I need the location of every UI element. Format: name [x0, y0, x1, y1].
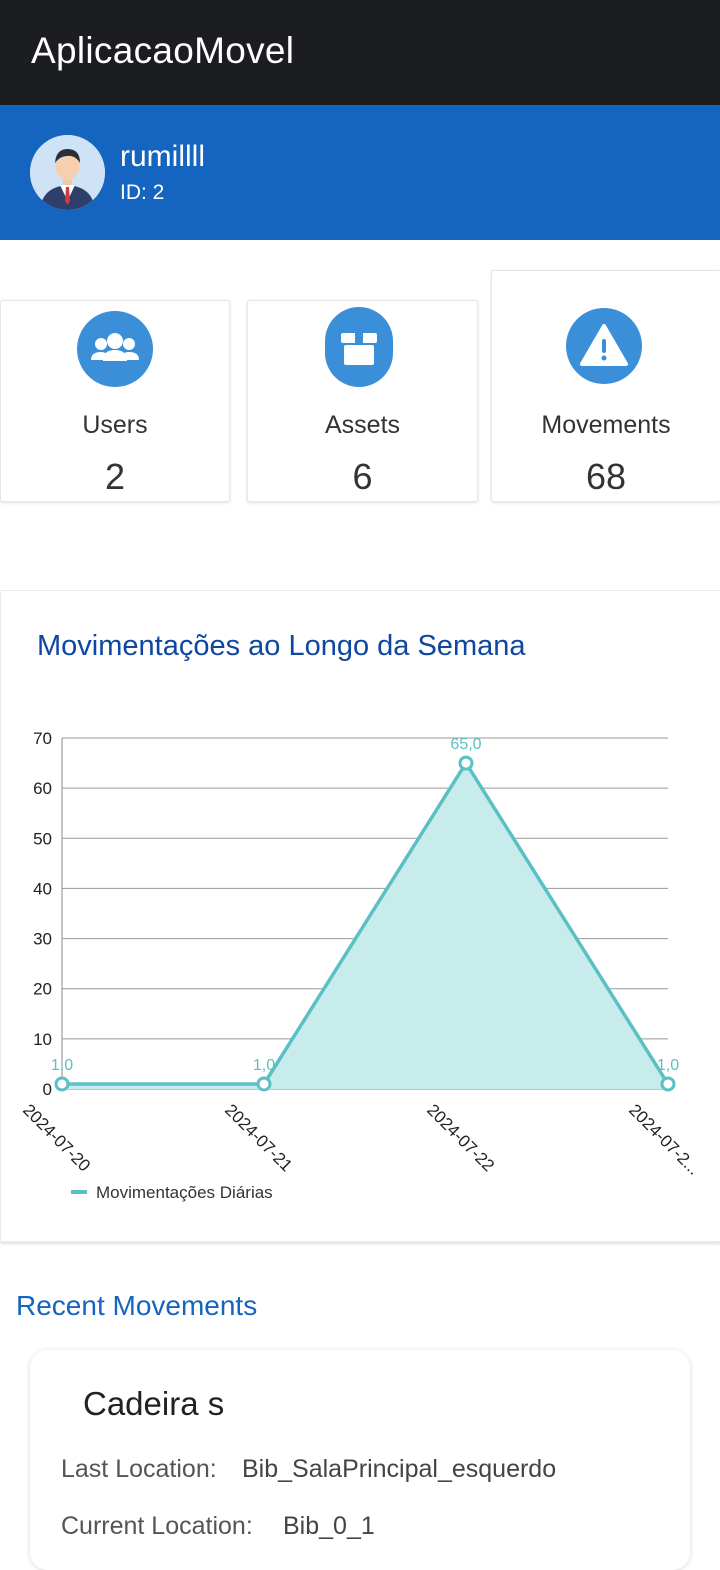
y-tick-label: 70	[33, 729, 52, 748]
user-name: rumillll	[120, 140, 205, 173]
box-icon	[325, 307, 393, 387]
data-label: 1,0	[51, 1057, 73, 1074]
current-location-label: Current Location:	[61, 1512, 253, 1540]
data-label: 1,0	[253, 1057, 275, 1074]
x-tick-label: 2024-07-2...	[625, 1100, 703, 1178]
movements-line-chart: 0 10 20 30 40 50 60 70 1,0 1,0 65,0 1,0 2024-07-20 20…	[19, 729, 703, 1202]
y-tick-label: 40	[33, 879, 52, 898]
stat-value: 68	[585, 456, 627, 497]
y-tick-label: 30	[33, 930, 52, 949]
data-point	[256, 1076, 272, 1092]
x-tick-label: 2024-07-21	[221, 1100, 296, 1175]
legend-label: Movimentações Diárias	[96, 1183, 273, 1202]
data-label: 1,0	[657, 1057, 679, 1074]
data-label: 65,0	[450, 736, 481, 753]
data-point	[660, 1076, 676, 1092]
current-location-value: Bib_0_1	[283, 1512, 375, 1540]
warning-icon	[566, 308, 642, 384]
stat-label: Users	[82, 411, 148, 439]
app-bar: AplicacaoMovel	[0, 0, 720, 105]
legend-swatch	[71, 1190, 87, 1194]
stat-card-assets[interactable]: Assets 6	[247, 300, 478, 502]
chart-title: Movimentações ao Longo da Semana	[37, 630, 526, 662]
last-location-label: Last Location:	[61, 1455, 217, 1483]
recent-movements-title: Recent Movements	[16, 1290, 258, 1321]
y-tick-label: 0	[43, 1080, 52, 1099]
y-tick-label: 60	[33, 779, 52, 798]
avatar-person-icon	[30, 135, 105, 210]
users-icon	[77, 311, 153, 387]
app-title: AplicacaoMovel	[31, 30, 295, 71]
movement-asset-name: Cadeira s	[83, 1385, 225, 1422]
data-point	[458, 755, 474, 771]
stat-value: 6	[352, 456, 373, 497]
data-point	[54, 1076, 70, 1092]
stat-value: 2	[104, 456, 126, 497]
stat-card-users[interactable]: Users 2	[0, 300, 230, 502]
user-header	[0, 105, 720, 240]
stat-label: Assets	[324, 411, 401, 439]
user-id: ID: 2	[120, 181, 165, 204]
avatar[interactable]	[30, 135, 105, 210]
y-tick-label: 10	[33, 1030, 52, 1049]
y-tick-label: 50	[33, 829, 52, 848]
stat-label: Movements	[541, 411, 671, 439]
y-tick-label: 20	[33, 980, 52, 999]
stat-card-movements[interactable]: Movements 68	[491, 270, 720, 502]
x-tick-label: 2024-07-22	[423, 1100, 498, 1175]
last-location-value: Bib_SalaPrincipal_esquerdo	[242, 1455, 557, 1483]
x-tick-label: 2024-07-20	[19, 1100, 94, 1175]
